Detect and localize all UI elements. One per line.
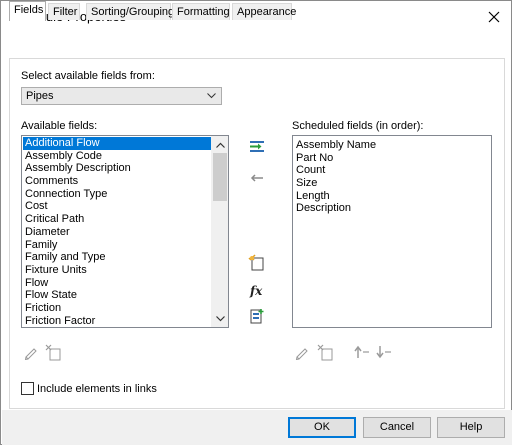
- available-field-item[interactable]: Friction: [23, 302, 211, 315]
- ok-button[interactable]: OK: [288, 417, 356, 438]
- available-field-item[interactable]: Cost: [23, 200, 211, 213]
- available-fields-items: Additional Flow Assembly Code Assembly D…: [23, 137, 211, 327]
- available-field-item[interactable]: Flow State: [23, 289, 211, 302]
- available-field-item[interactable]: Assembly Code: [23, 150, 211, 163]
- move-up-icon: [354, 345, 369, 358]
- move-down-button[interactable]: [374, 342, 394, 362]
- delete-parameter-button[interactable]: [43, 342, 63, 362]
- cancel-button[interactable]: Cancel: [363, 417, 431, 438]
- tab-appearance[interactable]: Appearance: [232, 3, 296, 20]
- svg-text:fx: fx: [249, 284, 263, 298]
- scheduled-fields-label: Scheduled fields (in order):: [292, 120, 424, 132]
- scheduled-field-item[interactable]: Size: [294, 177, 490, 190]
- select-fields-from-label: Select available fields from:: [21, 70, 155, 82]
- close-icon: [488, 11, 500, 23]
- combine-parameters-button[interactable]: [247, 306, 267, 326]
- include-links-label: Include elements in links: [37, 383, 157, 395]
- available-field-item[interactable]: Diameter: [23, 226, 211, 239]
- available-fields-label: Available fields:: [21, 120, 98, 132]
- available-field-item[interactable]: Assembly Description: [23, 162, 211, 175]
- calculated-value-button[interactable]: fx: [247, 280, 267, 300]
- schedule-properties-dialog: Schedule Properties Fields Filter Sortin…: [0, 0, 512, 445]
- remove-parameter-icon: [250, 174, 263, 182]
- available-field-item[interactable]: Connection Type: [23, 188, 211, 201]
- available-field-item[interactable]: Fixture Units: [23, 264, 211, 277]
- delete-parameter-icon: [317, 344, 333, 361]
- calculated-value-icon: fx: [249, 284, 263, 298]
- chevron-down-icon: [207, 93, 216, 99]
- available-fields-scrollbar[interactable]: [211, 136, 228, 327]
- scheduled-fields-list[interactable]: Assembly Name Part No Count Size Length …: [292, 135, 492, 328]
- new-parameter-icon: [248, 254, 264, 271]
- tab-sorting-grouping[interactable]: Sorting/Grouping: [86, 3, 174, 20]
- new-parameter-button[interactable]: [247, 253, 267, 273]
- scheduled-field-item[interactable]: Length: [294, 190, 490, 203]
- delete-parameter-icon: [45, 344, 61, 361]
- edit-parameter-icon: [24, 348, 37, 360]
- edit-parameter-button[interactable]: [21, 342, 41, 362]
- add-parameter-icon: [250, 141, 264, 152]
- include-links-checkbox[interactable]: [21, 382, 34, 395]
- edit-parameter-icon: [295, 348, 308, 360]
- available-field-item[interactable]: Additional Flow: [23, 137, 211, 150]
- scheduled-field-item[interactable]: Assembly Name: [294, 139, 490, 152]
- move-down-icon: [376, 346, 391, 359]
- scheduled-fields-items: Assembly Name Part No Count Size Length …: [294, 139, 490, 215]
- dialog-footer: [2, 410, 512, 445]
- scheduled-field-item[interactable]: Count: [294, 164, 490, 177]
- category-dropdown-value: Pipes: [26, 90, 54, 102]
- delete-scheduled-parameter-button[interactable]: [315, 342, 335, 362]
- combine-parameters-icon: [250, 309, 264, 324]
- tab-formatting[interactable]: Formatting: [172, 3, 230, 20]
- chevron-down-icon: [215, 315, 225, 321]
- category-dropdown[interactable]: Pipes: [21, 87, 222, 105]
- chevron-up-icon: [215, 142, 225, 148]
- available-field-item[interactable]: Friction Factor: [23, 315, 211, 327]
- available-field-item[interactable]: Family and Type: [23, 251, 211, 264]
- available-field-item[interactable]: Family: [23, 239, 211, 252]
- available-field-item[interactable]: Flow: [23, 277, 211, 290]
- available-field-item[interactable]: Critical Path: [23, 213, 211, 226]
- help-button[interactable]: Help: [437, 417, 505, 438]
- tab-filter[interactable]: Filter: [48, 3, 80, 20]
- close-button[interactable]: [479, 3, 509, 31]
- scroll-down-button[interactable]: [212, 310, 228, 327]
- add-parameter-button[interactable]: [247, 137, 267, 157]
- remove-parameter-button[interactable]: [247, 168, 267, 188]
- tab-fields[interactable]: Fields: [9, 1, 46, 21]
- scroll-up-button[interactable]: [212, 136, 228, 153]
- available-field-item[interactable]: Comments: [23, 175, 211, 188]
- edit-scheduled-parameter-button[interactable]: [292, 342, 312, 362]
- move-up-button[interactable]: [352, 342, 372, 362]
- scheduled-field-item[interactable]: Description: [294, 202, 490, 215]
- scroll-thumb[interactable]: [213, 153, 227, 201]
- available-fields-list[interactable]: Additional Flow Assembly Code Assembly D…: [21, 135, 229, 328]
- scheduled-field-item[interactable]: Part No: [294, 152, 490, 165]
